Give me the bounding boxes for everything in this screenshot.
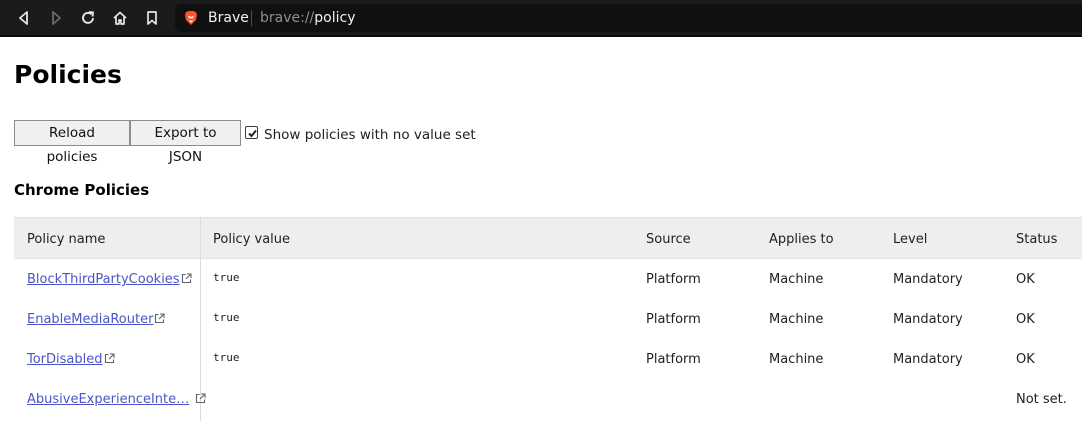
policy-level: Mandatory [893, 312, 963, 327]
header-source: Source [646, 232, 691, 247]
policy-status: OK [1016, 312, 1035, 327]
home-icon[interactable] [109, 7, 131, 29]
browser-toolbar: Brave brave://policy [0, 0, 1082, 37]
policy-level: Mandatory [893, 272, 963, 287]
policy-level: Mandatory [893, 352, 963, 367]
url-host: policy [314, 10, 356, 26]
policy-applies-to: Machine [769, 312, 824, 327]
policy-status: OK [1016, 352, 1035, 367]
table-row: BlockThirdPartyCookies true Platform Mac… [14, 259, 1082, 299]
policy-source: Platform [646, 352, 701, 367]
policy-value: true [213, 271, 240, 284]
header-status: Status [1016, 232, 1058, 247]
policy-name: BlockThirdPartyCookies [27, 272, 180, 287]
brave-lion-icon [184, 10, 198, 26]
table-row: TorDisabled true Platform Machine Mandat… [14, 339, 1082, 379]
external-link-icon [181, 273, 192, 284]
url-divider [251, 10, 252, 26]
table-header: Policy name Policy value Source Applies … [14, 217, 1082, 259]
back-icon[interactable] [13, 7, 35, 29]
policy-name-link[interactable]: EnableMediaRouter [27, 312, 165, 327]
policy-name: EnableMediaRouter [27, 312, 154, 327]
table-row: AbusiveExperienceInte… Not set. [14, 379, 1082, 419]
policy-name: AbusiveExperienceInte… [27, 392, 190, 407]
bookmark-icon[interactable] [141, 7, 163, 29]
policy-status: OK [1016, 272, 1035, 287]
url-text[interactable]: brave://policy [260, 10, 356, 26]
page-title: Policies [14, 60, 122, 89]
reload-icon[interactable] [77, 7, 99, 29]
header-policy-name: Policy name [27, 232, 106, 247]
policy-name: TorDisabled [27, 352, 103, 367]
header-level: Level [893, 232, 928, 247]
address-bar[interactable]: Brave brave://policy [175, 4, 1082, 32]
policy-value: true [213, 311, 240, 324]
forward-icon[interactable] [45, 7, 67, 29]
reload-policies-button[interactable]: Reload policies [14, 120, 130, 165]
policy-applies-to: Machine [769, 272, 824, 287]
external-link-icon [196, 393, 206, 404]
external-link-icon [155, 313, 165, 324]
table-row: EnableMediaRouter true Platform Machine … [14, 299, 1082, 339]
section-title: Chrome Policies [14, 181, 150, 199]
show-unset-label[interactable]: Show policies with no value set [264, 127, 476, 143]
export-json-button[interactable]: Export to JSON [130, 120, 241, 165]
external-link-icon [104, 353, 115, 364]
policy-status: Not set. [1016, 392, 1067, 407]
policy-applies-to: Machine [769, 352, 824, 367]
policy-name-link[interactable]: TorDisabled [27, 352, 115, 367]
header-applies-to: Applies to [769, 232, 834, 247]
policy-source: Platform [646, 272, 701, 287]
policy-name-link[interactable]: AbusiveExperienceInte… [27, 392, 206, 407]
checkmark-icon [248, 129, 257, 138]
policy-source: Platform [646, 312, 701, 327]
show-unset-checkbox[interactable] [245, 126, 258, 139]
policy-value: true [213, 351, 240, 364]
header-policy-value: Policy value [213, 232, 291, 247]
site-name: Brave [208, 10, 249, 26]
url-scheme: brave:// [260, 10, 315, 26]
policy-name-link[interactable]: BlockThirdPartyCookies [27, 272, 192, 287]
